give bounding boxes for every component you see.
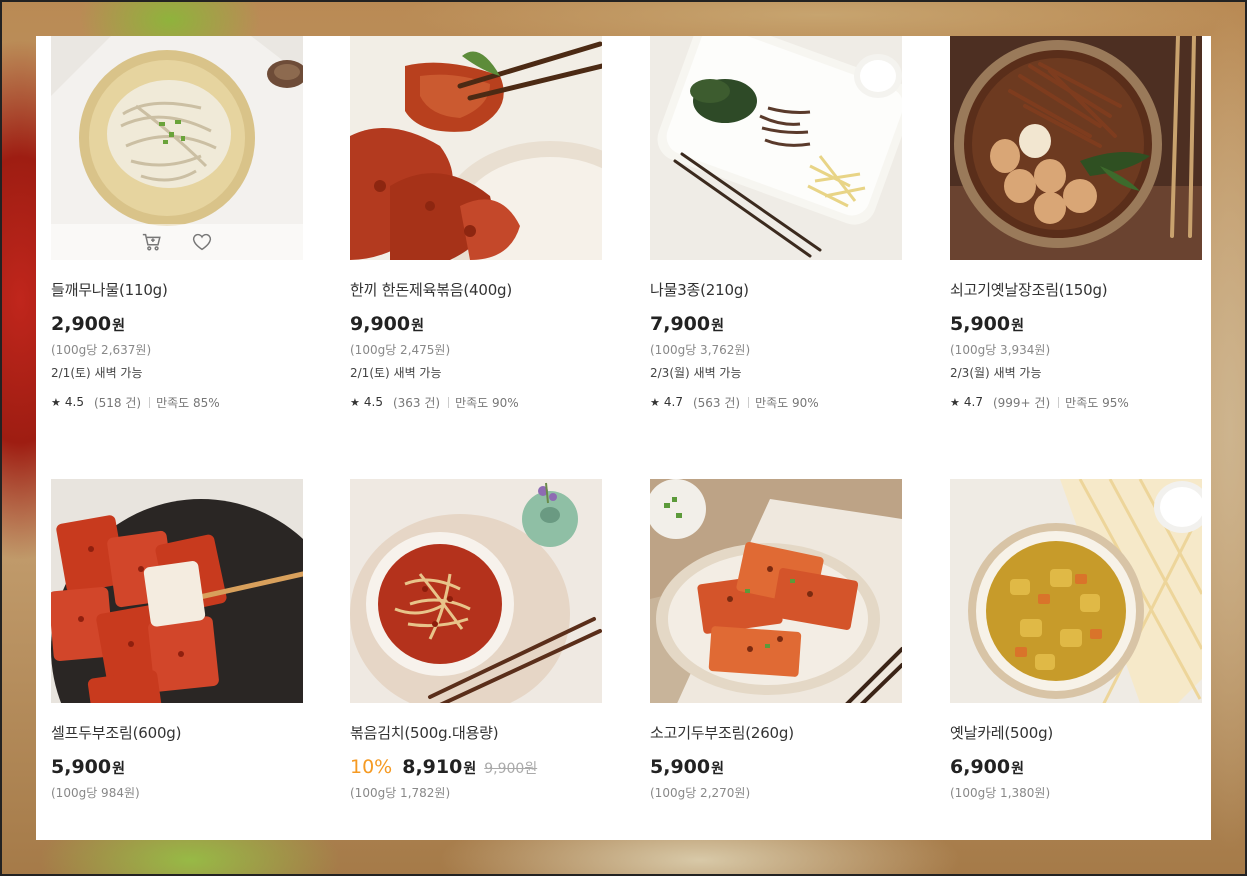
product-name[interactable]: 셀프두부조림(600g): [51, 722, 303, 744]
review-count: (999+ 건): [992, 395, 1051, 410]
product-name[interactable]: 볶음김치(500g.대용량): [350, 722, 602, 744]
product-card[interactable]: 나물3종(210g) 7,900 원 (100g당 3,762원) 2/3(월) …: [650, 36, 902, 410]
star-icon: ★: [950, 395, 960, 409]
rating-value: 4.5: [363, 395, 383, 409]
product-image[interactable]: [51, 479, 303, 703]
unit-price: (100g당 3,934원): [950, 343, 1051, 357]
original-price: 9,900원: [484, 761, 538, 777]
price-row: 9,900 원: [350, 313, 602, 337]
unit-price: (100g당 2,475원): [350, 343, 451, 357]
discount-rate: 10%: [350, 756, 393, 778]
review-count: (363 건): [392, 395, 441, 410]
satisfaction: 만족도 95%: [1065, 395, 1129, 410]
price-row: 5,900 원: [650, 756, 902, 780]
product-card[interactable]: 소고기두부조림(260g) 5,900 원 (100g당 2,270원): [650, 479, 902, 823]
product-name[interactable]: 옛날카레(500g): [950, 722, 1202, 744]
price-row: 7,900 원: [650, 313, 902, 337]
delivery-date: 2/1(토) 새벽 가능: [51, 366, 143, 380]
product-price: 5,900: [650, 756, 711, 778]
review-summary: ★ 4.7 (999+ 건) 만족도 95%: [950, 394, 1202, 410]
product-image[interactable]: [51, 36, 303, 260]
product-image[interactable]: [650, 479, 902, 703]
product-grid: 들깨무나물(110g) 2,900 원 (100g당 2,637원) 2/1(토)…: [36, 36, 1211, 840]
divider: [149, 396, 151, 408]
product-name[interactable]: 한끼 한돈제육볶음(400g): [350, 279, 602, 301]
currency-label: 원: [411, 318, 424, 334]
product-image[interactable]: [950, 479, 1202, 703]
unit-price: (100g당 2,270원): [650, 786, 751, 800]
delivery-date: [350, 807, 602, 823]
product-price: 9,900: [350, 313, 411, 335]
product-card[interactable]: 옛날카레(500g) 6,900 원 (100g당 1,380원): [950, 479, 1202, 823]
review-summary: ★ 4.7 (563 건) 만족도 90%: [650, 394, 902, 410]
product-card[interactable]: 한끼 한돈제육볶음(400g) 9,900 원 (100g당 2,475원) 2/…: [350, 36, 602, 410]
review-count: (518 건): [93, 395, 142, 410]
currency-label: 원: [711, 761, 724, 777]
product-image[interactable]: [350, 36, 602, 260]
delivery-date: 2/3(월) 새벽 가능: [650, 366, 742, 380]
currency-label: 원: [1011, 761, 1024, 777]
product-card[interactable]: 볶음김치(500g.대용량) 10% 8,910 원 9,900원 (100g당 …: [350, 479, 602, 823]
satisfaction: 만족도 90%: [455, 395, 519, 410]
delivery-date: 2/1(토) 새벽 가능: [350, 366, 442, 380]
product-name[interactable]: 나물3종(210g): [650, 279, 902, 301]
unit-price: (100g당 3,762원): [650, 343, 751, 357]
star-icon: ★: [650, 395, 660, 409]
product-price: 2,900: [51, 313, 112, 335]
price-row: 5,900 원: [51, 756, 303, 780]
review-summary: ★ 4.5 (518 건) 만족도 85%: [51, 394, 303, 410]
divider: [748, 396, 750, 408]
rating-value: 4.7: [963, 395, 983, 409]
star-icon: ★: [51, 395, 61, 409]
product-price: 8,910: [402, 756, 463, 778]
price-row: 6,900 원: [950, 756, 1202, 780]
product-price: 5,900: [950, 313, 1011, 335]
product-name[interactable]: 쇠고기옛날장조림(150g): [950, 279, 1202, 301]
price-row: 10% 8,910 원 9,900원: [350, 756, 602, 780]
product-name[interactable]: 소고기두부조림(260g): [650, 722, 902, 744]
delivery-date: [950, 807, 1202, 823]
divider: [1058, 396, 1060, 408]
currency-label: 원: [1011, 318, 1024, 334]
product-image[interactable]: [650, 36, 902, 260]
unit-price: (100g당 984원): [51, 786, 140, 800]
product-name[interactable]: 들깨무나물(110g): [51, 279, 303, 301]
product-image[interactable]: [950, 36, 1202, 260]
currency-label: 원: [112, 761, 125, 777]
unit-price: (100g당 1,380원): [950, 786, 1051, 800]
product-card[interactable]: 들깨무나물(110g) 2,900 원 (100g당 2,637원) 2/1(토)…: [51, 36, 303, 410]
product-price: 5,900: [51, 756, 112, 778]
review-count: (563 건): [692, 395, 741, 410]
product-image[interactable]: [350, 479, 602, 703]
cart-icon[interactable]: [141, 231, 163, 253]
unit-price: (100g당 1,782원): [350, 786, 451, 800]
price-row: 5,900 원: [950, 313, 1202, 337]
satisfaction: 만족도 85%: [156, 395, 220, 410]
delivery-date: [650, 807, 902, 823]
product-card[interactable]: 쇠고기옛날장조림(150g) 5,900 원 (100g당 3,934원) 2/3…: [950, 36, 1202, 410]
product-price: 7,900: [650, 313, 711, 335]
star-icon: ★: [350, 395, 360, 409]
quick-actions-bar: [51, 224, 303, 260]
heart-icon[interactable]: [191, 231, 213, 253]
currency-label: 원: [112, 318, 125, 334]
product-price: 6,900: [950, 756, 1011, 778]
currency-label: 원: [711, 318, 724, 334]
currency-label: 원: [463, 761, 477, 777]
rating-value: 4.7: [663, 395, 683, 409]
rating-value: 4.5: [64, 395, 84, 409]
price-row: 2,900 원: [51, 313, 303, 337]
satisfaction: 만족도 90%: [755, 395, 819, 410]
divider: [448, 396, 450, 408]
review-summary: ★ 4.5 (363 건) 만족도 90%: [350, 394, 602, 410]
delivery-date: 2/3(월) 새벽 가능: [950, 366, 1042, 380]
delivery-date: [51, 807, 303, 823]
unit-price: (100g당 2,637원): [51, 343, 152, 357]
product-card[interactable]: 셀프두부조림(600g) 5,900 원 (100g당 984원): [51, 479, 303, 823]
